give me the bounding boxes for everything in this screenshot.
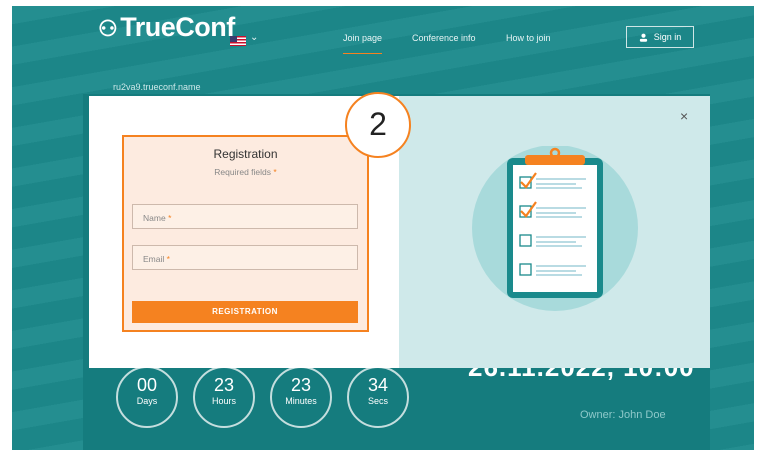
required-fields-note: Required fields *	[214, 167, 277, 177]
name-field[interactable]: Name *	[132, 204, 358, 229]
registration-button[interactable]: REGISTRATION	[132, 301, 358, 323]
registration-form: Registration Required fields * Name * Em…	[122, 135, 369, 332]
sign-in-label: Sign in	[653, 32, 682, 42]
us-flag-icon[interactable]	[230, 36, 246, 46]
timer-days-unit: Days	[136, 396, 158, 406]
sign-in-button[interactable]: Sign in	[626, 26, 694, 48]
email-field[interactable]: Email *	[132, 245, 358, 270]
user-icon	[639, 33, 647, 42]
timer-minutes-value: 23	[290, 375, 312, 395]
nav-join-page[interactable]: Join page	[343, 33, 383, 54]
nav-conference-info[interactable]: Conference info	[412, 33, 476, 43]
registration-title: Registration	[213, 147, 278, 161]
people-icon: ⚇	[98, 16, 118, 41]
step-number-badge: 2	[345, 92, 411, 158]
trueconf-logo[interactable]: ⚇ TrueConf	[98, 12, 235, 43]
timer-hours-unit: Hours	[211, 396, 236, 406]
timer-seconds: 34 Secs	[347, 366, 409, 428]
logo-text: TrueConf	[120, 12, 235, 42]
close-icon[interactable]: ×	[680, 108, 688, 124]
server-domain: ru2va9.trueconf.name	[113, 82, 201, 92]
timer-minutes-unit: Minutes	[285, 396, 317, 406]
timer-hours: 23 Hours	[193, 366, 255, 428]
timer-minutes: 23 Minutes	[270, 366, 332, 428]
timer-seconds-value: 34	[367, 375, 389, 395]
chevron-down-icon[interactable]: ⌄	[250, 32, 258, 43]
clipboard-checklist-illustration	[472, 146, 638, 311]
timer-days: 00 Days	[116, 366, 178, 428]
timer-seconds-unit: Secs	[367, 396, 388, 406]
nav-how-to-join[interactable]: How to join	[506, 33, 551, 43]
conference-owner: Owner: John Doe	[580, 409, 666, 421]
timer-days-value: 00	[136, 375, 158, 395]
timer-hours-value: 23	[213, 375, 235, 395]
